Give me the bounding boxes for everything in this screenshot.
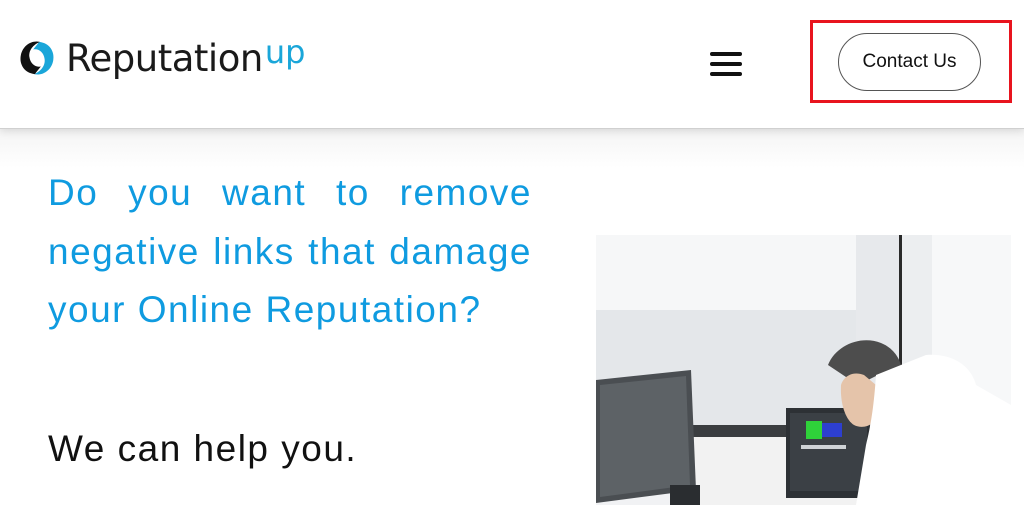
contact-us-button[interactable]: Contact Us <box>838 33 981 91</box>
logo-wordmark: Reputation <box>66 36 263 80</box>
hero-headline: Do you want to remove negative links tha… <box>48 172 532 330</box>
menu-bar <box>710 62 742 66</box>
hero-subheadline: We can help you. <box>48 428 358 469</box>
hero-image <box>596 235 1011 505</box>
menu-bar <box>710 52 742 56</box>
office-photo <box>596 235 1011 505</box>
logo-suffix: up <box>264 33 306 71</box>
site-header: Reputation up Contact Us <box>0 0 1024 129</box>
logo-mark-icon <box>20 41 54 75</box>
menu-bar <box>710 72 742 76</box>
logo[interactable]: Reputation up <box>18 33 306 80</box>
hamburger-menu-icon[interactable] <box>710 52 742 76</box>
